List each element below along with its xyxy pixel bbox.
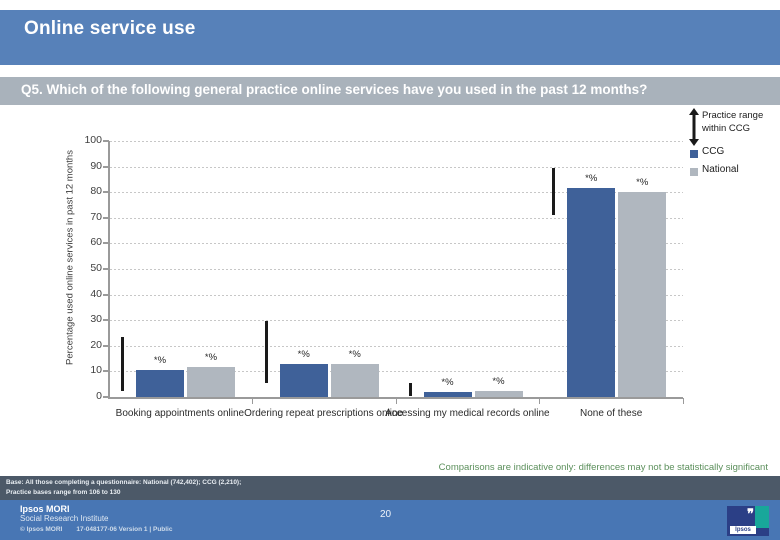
y-axis-tick-label: 60 — [90, 236, 102, 249]
bar-national[interactable] — [187, 367, 235, 397]
legend-range-line1: Practice range — [702, 110, 764, 121]
bar-group: *% *% Accessing my medical records online — [385, 141, 550, 419]
legend-practice-range: Practice range within CCG — [688, 106, 780, 146]
practice-range-marker — [408, 382, 412, 396]
footer-brand: Ipsos MORI — [20, 504, 70, 514]
version-text: 17-048177-06 Version 1 | Public — [76, 526, 173, 533]
bar-group: *% *% None of these — [539, 141, 683, 419]
footer-subtitle: Social Research Institute — [20, 514, 109, 523]
bar-data-label: *% — [441, 376, 454, 388]
practice-range-marker — [264, 321, 268, 383]
bar-data-label: *% — [585, 173, 598, 185]
chart-area: Percentage used online services in past … — [0, 112, 780, 452]
bar-ccg[interactable] — [279, 363, 328, 397]
base-text: Base: All those completing a questionnai… — [6, 478, 241, 497]
x-axis-category-label: None of these — [579, 408, 643, 419]
bar-national[interactable] — [330, 363, 379, 397]
x-axis-tick — [539, 398, 541, 404]
y-axis-tick-label: 20 — [90, 338, 102, 351]
practice-range-marker — [552, 167, 556, 216]
footer-bar — [0, 500, 780, 540]
logo-teal-block — [755, 506, 769, 528]
legend-label: National — [702, 164, 739, 175]
legend-range-line2: within CCG — [702, 123, 751, 134]
legend-range-text: Practice range within CCG — [702, 109, 763, 135]
logo-quote-mark: ❞ — [747, 506, 754, 521]
practice-range-marker — [121, 336, 124, 391]
x-axis-tick — [683, 398, 684, 404]
legend-label: CCG — [702, 146, 725, 157]
bar-national[interactable] — [618, 192, 667, 397]
y-axis-tick-label: 70 — [90, 210, 102, 223]
bar-national[interactable] — [474, 390, 523, 397]
base-line-1: Base: All those completing a questionnai… — [6, 479, 242, 486]
footer-copyright: © Ipsos MORI 17-048177-06 Version 1 | Pub… — [20, 526, 172, 533]
x-axis-tick — [251, 398, 253, 404]
y-axis-tick-labels: 0 10 20 30 40 50 60 70 80 90 100 — [66, 134, 102, 403]
y-axis-tick-label: 50 — [90, 262, 102, 274]
legend-keys: CCG National — [688, 146, 780, 182]
ipsos-logo: ❞ Ipsos — [727, 506, 769, 536]
logo-wordmark: Ipsos — [730, 526, 756, 534]
bar-data-label: *% — [492, 375, 505, 387]
y-axis-tick-label: 100 — [84, 134, 102, 146]
bar-ccg[interactable] — [423, 391, 472, 397]
indicative-note: Comparisons are indicative only: differe… — [438, 462, 768, 473]
y-axis-tick-label: 40 — [90, 287, 102, 300]
y-axis-tick-label: 0 — [96, 390, 102, 402]
bar-group: *% *% Booking appointments online — [108, 141, 252, 419]
legend-swatch — [690, 150, 698, 158]
y-axis-tick-label: 90 — [90, 159, 102, 172]
page-number: 20 — [380, 509, 392, 520]
y-axis-tick-label: 10 — [90, 364, 102, 377]
bar-data-label: *% — [348, 348, 361, 360]
legend-item-national: National — [688, 164, 780, 182]
plot-canvas: *% *% Booking appointments online *% *% Order… — [103, 140, 684, 419]
bar-ccg[interactable] — [136, 370, 184, 397]
double-arrow-icon — [689, 108, 699, 146]
question-text: Q5. Which of the following general pract… — [21, 82, 648, 97]
page-title: Online service use — [24, 18, 196, 39]
chart-legend: Practice range within CCG CCG National — [688, 106, 780, 182]
bar-ccg[interactable] — [567, 188, 616, 397]
bar-data-label: *% — [636, 177, 649, 189]
slide-root: Online service use Q5. Which of the foll… — [0, 0, 780, 540]
x-axis-tick — [395, 398, 397, 404]
bar-data-label: *% — [204, 352, 218, 364]
y-axis-tick-label: 80 — [90, 185, 102, 198]
bar-group: *% *% Ordering repeat prescriptions online — [244, 141, 403, 419]
copyright-text: © Ipsos MORI — [20, 526, 63, 533]
bar-data-label: *% — [153, 355, 167, 367]
base-line-2: Practice bases range from 106 to 130 — [6, 488, 121, 496]
bar-data-label: *% — [297, 348, 310, 360]
y-axis-tick-label: 30 — [90, 313, 102, 326]
legend-item-ccg: CCG — [688, 146, 780, 164]
legend-swatch — [690, 168, 698, 176]
